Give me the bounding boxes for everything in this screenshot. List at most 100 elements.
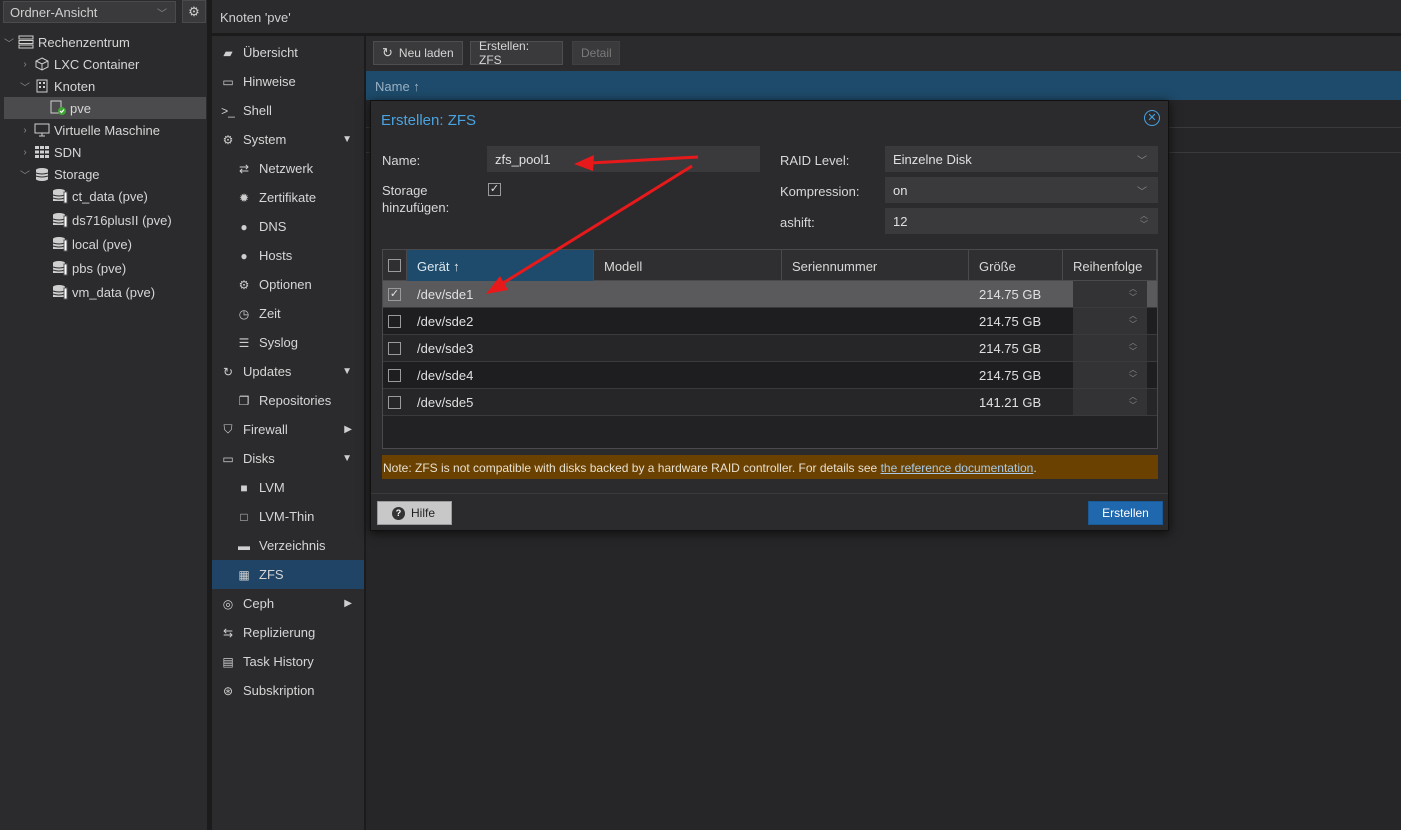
disk-checkbox[interactable] <box>388 396 401 409</box>
column-header-name[interactable]: Name ↑ <box>375 79 420 94</box>
disk-checkbox[interactable]: ✓ <box>388 288 401 301</box>
caret-right-icon[interactable]: ▶ <box>344 598 352 609</box>
nav-item-lvm-thin[interactable]: □ LVM-Thin <box>212 502 364 531</box>
column-header-serial[interactable]: Seriennummer <box>782 250 969 281</box>
zfs-raid-warning: Note: ZFS is not compatible with disks b… <box>382 455 1158 479</box>
nav-item-lvm[interactable]: ■ LVM <box>212 473 364 502</box>
tree-item-lxc-container[interactable]: › LXC Container <box>4 53 206 75</box>
reference-documentation-link[interactable]: the reference documentation <box>881 461 1034 475</box>
compression-select[interactable]: on ﹀ <box>885 177 1158 203</box>
caret-right-icon[interactable]: ▶ <box>344 424 352 435</box>
nav-item-ceph[interactable]: ◎ Ceph ▶ <box>212 589 364 618</box>
order-spinner[interactable]: ︿ ﹀ <box>1073 335 1147 361</box>
tree-item-storage[interactable]: ﹀ Storage <box>4 163 206 185</box>
nav-item-certificates[interactable]: ✹ Zertifikate <box>212 183 364 212</box>
nav-item-replication[interactable]: ⇆ Replizierung <box>212 618 364 647</box>
select-all-checkbox[interactable] <box>388 259 401 272</box>
storage-label: Storage hinzufügen: <box>382 182 449 216</box>
chevron-down-icon: ﹀ <box>1137 156 1147 167</box>
nav-item-repositories[interactable]: ❐ Repositories <box>212 386 364 415</box>
name-field[interactable]: zfs_pool1 <box>487 146 760 172</box>
disk-checkbox[interactable] <box>388 342 401 355</box>
order-spinner[interactable]: ︿ ﹀ <box>1073 281 1147 307</box>
nav-item-zfs[interactable]: ▦ ZFS <box>212 560 364 589</box>
expand-icon[interactable]: › <box>20 147 30 158</box>
nav-item-task-history[interactable]: ▤ Task History <box>212 647 364 676</box>
expand-icon[interactable]: › <box>20 59 30 70</box>
spinner-arrows-icon[interactable]: ︿ ﹀ <box>1129 284 1137 302</box>
nav-item-firewall[interactable]: ⛉ Firewall ▶ <box>212 415 364 444</box>
nav-item-disks[interactable]: ▭ Disks ▼ <box>212 444 364 473</box>
tree-item-storage-ct-data[interactable]: ct_data (pve) <box>4 185 206 207</box>
disk-row[interactable]: ✓ /dev/sde1 214.75 GB ︿ ﹀ <box>383 281 1157 308</box>
nav-item-notes[interactable]: ▭ Hinweise <box>212 67 364 96</box>
caret-down-icon[interactable]: ▼ <box>342 453 352 464</box>
nav-item-network[interactable]: ⇄ Netzwerk <box>212 154 364 183</box>
nav-label: Subskription <box>243 683 315 698</box>
tree-item-virtual-machine[interactable]: › Virtuelle Maschine <box>4 119 206 141</box>
nav-item-options[interactable]: ⚙ Optionen <box>212 270 364 299</box>
disk-size: 214.75 GB <box>979 341 1042 356</box>
tree-item-storage-ds716plusii[interactable]: ds716plusII (pve) <box>4 209 206 231</box>
help-button[interactable]: ? Hilfe <box>377 501 452 525</box>
disk-row[interactable]: /dev/sde3 214.75 GB ︿ ﹀ <box>383 335 1157 362</box>
spinner-arrows-icon[interactable]: ︿ ﹀ <box>1129 338 1137 356</box>
add-storage-checkbox[interactable]: ✓ <box>488 183 501 196</box>
nav-label: LVM <box>259 480 285 495</box>
tree-item-datacenter[interactable]: ﹀ Rechenzentrum <box>4 31 206 53</box>
nav-item-updates[interactable]: ↻ Updates ▼ <box>212 357 364 386</box>
tree-item-storage-vm-data[interactable]: vm_data (pve) <box>4 281 206 303</box>
tree-item-storage-pbs[interactable]: pbs (pve) <box>4 257 206 279</box>
nav-item-hosts[interactable]: ● Hosts <box>212 241 364 270</box>
ashift-spinner[interactable]: 12 ︿ ﹀ <box>885 208 1158 234</box>
caret-down-icon[interactable]: ▼ <box>342 366 352 377</box>
order-spinner[interactable]: ︿ ﹀ <box>1073 389 1147 415</box>
close-icon[interactable]: ✕ <box>1144 110 1160 126</box>
detail-button[interactable]: Detail <box>572 41 620 65</box>
nav-item-shell[interactable]: >_ Shell <box>212 96 364 125</box>
tree-item-storage-local[interactable]: local (pve) <box>4 233 206 255</box>
nav-item-system[interactable]: ⚙ System ▼ <box>212 125 364 154</box>
spinner-arrows-icon[interactable]: ︿ ﹀ <box>1140 211 1148 229</box>
tree-item-nodes[interactable]: ﹀ Knoten <box>4 75 206 97</box>
disk-checkbox[interactable] <box>388 315 401 328</box>
create-button[interactable]: Erstellen <box>1088 501 1163 525</box>
collapse-icon[interactable]: ﹀ <box>20 79 30 94</box>
order-spinner[interactable]: ︿ ﹀ <box>1073 362 1147 388</box>
tree-item-sdn[interactable]: › SDN <box>4 141 206 163</box>
column-header-model[interactable]: Modell <box>594 250 782 281</box>
reload-button[interactable]: ↻ Neu laden <box>373 41 463 65</box>
collapse-icon[interactable]: ﹀ <box>20 167 30 182</box>
column-header-size[interactable]: Größe <box>969 250 1063 281</box>
nav-item-directory[interactable]: ▬ Verzeichnis <box>212 531 364 560</box>
column-header-device[interactable]: Gerät ↑ <box>407 250 594 281</box>
nav-item-syslog[interactable]: ☰ Syslog <box>212 328 364 357</box>
gear-icon[interactable]: ⚙ <box>182 0 206 23</box>
collapse-icon[interactable]: ﹀ <box>4 35 14 50</box>
disk-row[interactable]: /dev/sde4 214.75 GB ︿ ﹀ <box>383 362 1157 389</box>
view-select[interactable]: Ordner-Ansicht ﹀ <box>3 1 176 23</box>
nav-item-subscription[interactable]: ⊛ Subskription <box>212 676 364 705</box>
disk-row[interactable]: /dev/sde2 214.75 GB ︿ ﹀ <box>383 308 1157 335</box>
spinner-arrows-icon[interactable]: ︿ ﹀ <box>1129 365 1137 383</box>
nav-item-time[interactable]: ◷ Zeit <box>212 299 364 328</box>
view-select-value: Ordner-Ansicht <box>10 5 98 20</box>
raid-level-select[interactable]: Einzelne Disk ﹀ <box>885 146 1158 172</box>
disk-row[interactable]: /dev/sde5 141.21 GB ︿ ﹀ <box>383 389 1157 416</box>
list-icon: ☰ <box>238 335 250 350</box>
help-label: Hilfe <box>411 506 436 520</box>
column-header-order[interactable]: Reihenfolge <box>1063 250 1157 281</box>
order-spinner[interactable]: ︿ ﹀ <box>1073 308 1147 334</box>
nav-item-overview[interactable]: ▰ Übersicht <box>212 38 364 67</box>
nav-item-dns[interactable]: ● DNS <box>212 212 364 241</box>
spinner-arrows-icon[interactable]: ︿ ﹀ <box>1129 311 1137 329</box>
tree-item-label: ct_data (pve) <box>72 188 148 204</box>
create-zfs-button[interactable]: Erstellen: ZFS <box>470 39 563 67</box>
zfs-grid-header[interactable]: Name ↑ <box>366 71 1401 100</box>
tree-item-pve[interactable]: pve <box>4 97 206 119</box>
caret-down-icon[interactable]: ▼ <box>342 134 352 145</box>
expand-icon[interactable]: › <box>20 125 30 136</box>
disk-checkbox[interactable] <box>388 369 401 382</box>
tree-item-label: Virtuelle Maschine <box>54 122 160 138</box>
spinner-arrows-icon[interactable]: ︿ ﹀ <box>1129 392 1137 410</box>
